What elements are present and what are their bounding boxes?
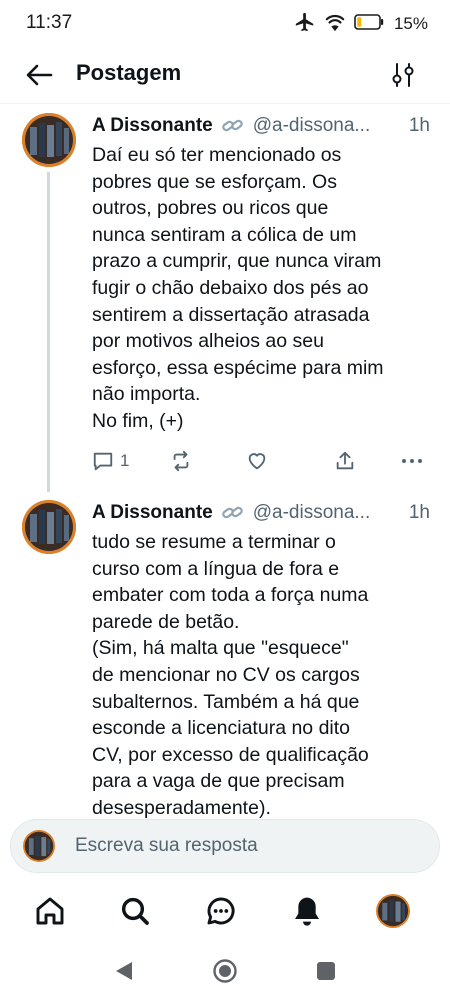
system-home-button[interactable]: [212, 958, 238, 984]
reply-input[interactable]: Escreva sua resposta: [10, 819, 440, 873]
post-meta: A Dissonante @a-dissona... 1h: [92, 499, 430, 527]
back-triangle-icon: [116, 962, 132, 980]
post-time: 1h: [408, 115, 430, 136]
author-name[interactable]: A Dissonante: [92, 502, 213, 524]
nav-notifications[interactable]: [290, 894, 324, 928]
author-avatar[interactable]: [22, 113, 76, 167]
recents-square-icon: [317, 962, 335, 980]
airplane-icon: [294, 11, 316, 38]
author-handle[interactable]: @a-dissona...: [253, 115, 371, 137]
system-navigation: [0, 944, 450, 1000]
nav-search[interactable]: [118, 894, 152, 928]
reply-placeholder: Escreva sua resposta: [75, 835, 258, 856]
post-text: tudo se resume a terminar o curso com a …: [92, 531, 369, 819]
page-title: Postagem: [76, 60, 182, 85]
wifi-icon: [324, 12, 346, 37]
battery-percent: 15%: [393, 14, 428, 33]
user-avatar: [23, 830, 55, 862]
status-icons: 15%: [294, 12, 428, 36]
heart-icon: [248, 453, 266, 470]
profile-avatar: [376, 894, 410, 928]
reply-icon: [93, 452, 113, 471]
system-recents-button[interactable]: [313, 958, 339, 984]
reply-count: 1: [120, 451, 130, 470]
nav-chat[interactable]: [204, 894, 238, 928]
post-meta: A Dissonante @a-dissona... 1h: [92, 112, 430, 140]
repost-icon: [173, 450, 189, 472]
notifications-bell-icon: [295, 897, 319, 926]
filter-button[interactable]: [386, 58, 420, 92]
more-dots-icon: [402, 459, 422, 463]
back-arrow-icon: [26, 64, 53, 86]
search-icon: [121, 897, 149, 925]
reply-button[interactable]: 1: [92, 446, 129, 476]
more-options-button[interactable]: [400, 446, 424, 476]
post-actions: 1: [92, 446, 432, 476]
author-avatar[interactable]: [22, 500, 76, 554]
author-handle[interactable]: @a-dissona...: [253, 502, 371, 524]
post-text: Daí eu só ter mencionado os pobres que s…: [92, 144, 384, 432]
filter-sliders-icon: [392, 63, 414, 87]
link-icon: [221, 503, 245, 523]
link-icon: [221, 116, 245, 136]
like-button[interactable]: [246, 446, 268, 476]
share-button[interactable]: [334, 446, 356, 476]
status-time: 11:37: [26, 12, 73, 33]
bottom-navigation: [0, 880, 450, 942]
home-circle-icon: [213, 959, 237, 983]
repost-button[interactable]: [170, 446, 192, 476]
status-bar: 11:37 15%: [0, 0, 450, 46]
post-header: Postagem: [0, 46, 450, 104]
home-icon: [36, 897, 64, 925]
chat-icon: [207, 897, 235, 925]
share-icon: [336, 451, 354, 470]
back-button[interactable]: [22, 58, 56, 92]
thread-line: [47, 172, 50, 492]
battery-icon: [354, 13, 384, 35]
author-name[interactable]: A Dissonante: [92, 115, 213, 137]
system-back-button[interactable]: [111, 958, 137, 984]
post-time: 1h: [408, 502, 430, 523]
nav-home[interactable]: [33, 894, 67, 928]
nav-profile[interactable]: [376, 894, 410, 928]
